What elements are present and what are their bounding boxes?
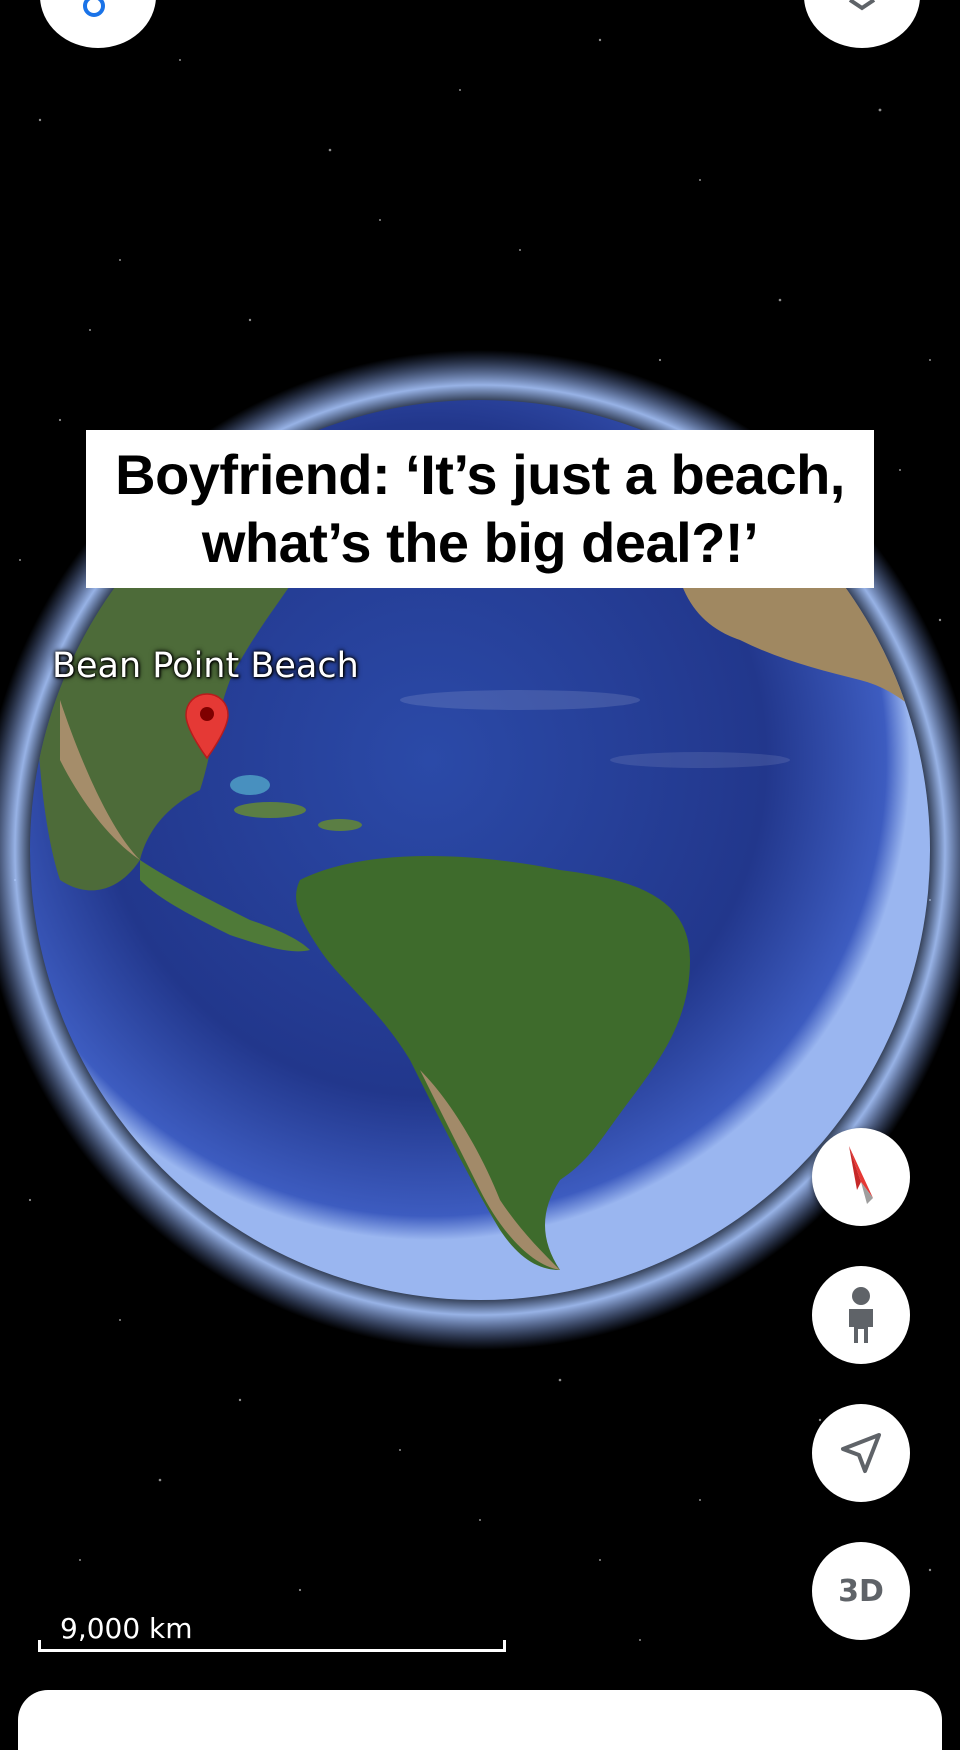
pegman-icon	[849, 1287, 873, 1343]
caption-text: Boyfriend: ‘It’s just a beach, what’s th…	[115, 441, 845, 577]
street-view-button[interactable]	[812, 1266, 910, 1364]
scale-bar	[38, 1640, 506, 1652]
compass-button[interactable]	[812, 1128, 910, 1226]
place-label[interactable]: Bean Point Beach	[52, 646, 359, 686]
meme-caption-box: Boyfriend: ‘It’s just a beach, what’s th…	[86, 430, 874, 588]
map-pin-icon[interactable]	[184, 692, 230, 760]
3d-label: 3D	[838, 1573, 884, 1609]
my-location-icon	[841, 1433, 881, 1473]
caption-line-2: what’s the big deal?!’	[201, 511, 759, 574]
my-location-button[interactable]	[812, 1404, 910, 1502]
layers-icon	[848, 0, 876, 11]
3d-toggle-button[interactable]: 3D	[812, 1542, 910, 1640]
compass-icon	[849, 1146, 873, 1204]
search-icon	[83, 0, 105, 17]
bottom-sheet[interactable]	[18, 1690, 942, 1750]
caption-line-1: Boyfriend: ‘It’s just a beach,	[115, 443, 845, 506]
map-scale: 9,000 km	[38, 1612, 508, 1652]
